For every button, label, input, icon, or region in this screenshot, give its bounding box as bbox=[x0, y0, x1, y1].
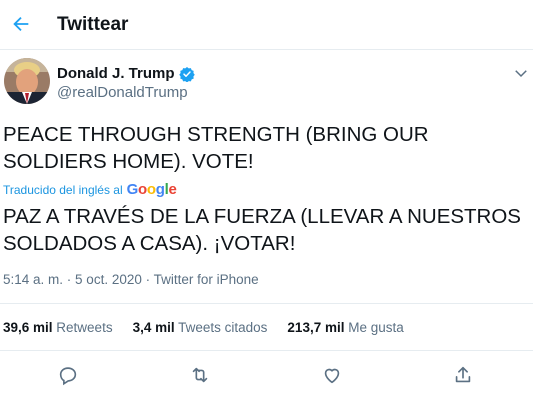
retweets-label: Retweets bbox=[56, 320, 113, 335]
tweet-date[interactable]: 5 oct. 2020 bbox=[75, 272, 142, 287]
likes-stat[interactable]: 213,7 mil Me gusta bbox=[287, 320, 403, 335]
tweet-header: Twittear bbox=[0, 0, 533, 50]
tweet-menu-button[interactable] bbox=[512, 64, 530, 82]
translated-by-label: Traducido del inglés al bbox=[3, 182, 123, 197]
translation-attribution[interactable]: Traducido del inglés al Google bbox=[3, 181, 177, 198]
tweet-author: Donald J. Trump @realDonaldTrump bbox=[0, 52, 533, 114]
tweet-stats: 39,6 mil Retweets 3,4 mil Tweets citados… bbox=[3, 320, 404, 335]
back-button[interactable] bbox=[6, 9, 36, 39]
reply-icon bbox=[59, 367, 77, 386]
like-icon bbox=[324, 368, 340, 384]
header-title: Twittear bbox=[57, 14, 129, 35]
author-name[interactable]: Donald J. Trump bbox=[57, 65, 195, 82]
quotes-label: Tweets citados bbox=[178, 320, 268, 335]
arrow-left-icon bbox=[13, 16, 29, 32]
chevron-down-icon bbox=[515, 70, 527, 78]
tweet-time[interactable]: 5:14 a. m. bbox=[3, 272, 63, 287]
retweets-count: 39,6 mil bbox=[3, 320, 53, 335]
share-icon bbox=[455, 366, 471, 383]
reply-button[interactable] bbox=[55, 362, 81, 388]
tweet-text: PEACE THROUGH STRENGTH (BRING OUR SOLDIE… bbox=[3, 123, 429, 173]
retweet-icon bbox=[192, 367, 208, 383]
author-name-text: Donald J. Trump bbox=[57, 65, 175, 82]
quotes-stat[interactable]: 3,4 mil Tweets citados bbox=[133, 320, 268, 335]
google-logo: Google bbox=[126, 181, 177, 198]
quotes-count: 3,4 mil bbox=[132, 320, 175, 335]
tweet-translation: PAZ A TRAVÉS DE LA FUERZA (LLEVAR A NUES… bbox=[3, 205, 521, 255]
avatar[interactable] bbox=[4, 58, 50, 104]
retweet-button[interactable] bbox=[187, 362, 213, 388]
divider bbox=[0, 350, 533, 351]
tweet-meta: 5:14 a. m. · 5 oct. 2020 · Twitter for i… bbox=[3, 272, 259, 287]
retweets-stat[interactable]: 39,6 mil Retweets bbox=[3, 320, 113, 335]
share-button[interactable] bbox=[450, 362, 476, 388]
likes-label: Me gusta bbox=[348, 320, 404, 335]
tweet-source[interactable]: Twitter for iPhone bbox=[154, 272, 259, 287]
author-handle[interactable]: @realDonaldTrump bbox=[57, 84, 188, 101]
tweet-actions bbox=[0, 358, 533, 392]
like-button[interactable] bbox=[319, 362, 345, 388]
divider bbox=[0, 303, 533, 304]
likes-count: 213,7 mil bbox=[287, 320, 345, 335]
verified-badge-icon bbox=[178, 66, 195, 82]
